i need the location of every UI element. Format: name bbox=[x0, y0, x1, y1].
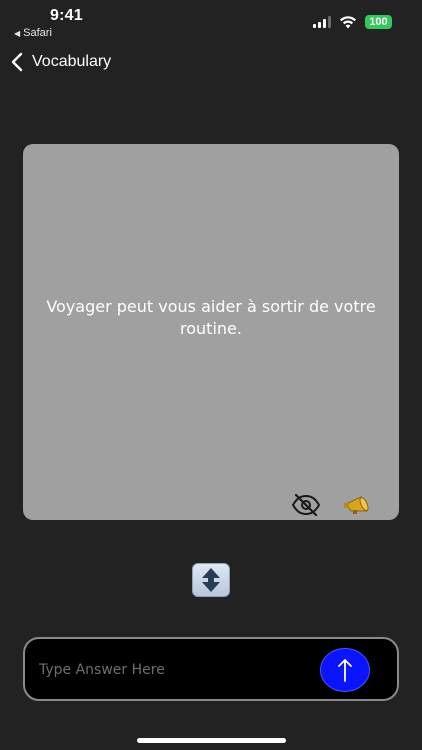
battery-icon: 100 bbox=[365, 15, 392, 29]
flashcard[interactable]: Voyager peut vous aider à sortir de votr… bbox=[23, 144, 399, 520]
back-to-safari-link[interactable]: ◀ Safari bbox=[14, 27, 52, 39]
wifi-icon bbox=[340, 16, 356, 29]
up-down-arrow-icon bbox=[202, 568, 220, 592]
chevron-left-icon bbox=[11, 52, 23, 72]
home-indicator bbox=[137, 738, 286, 743]
back-triangle-icon: ◀ bbox=[14, 29, 21, 38]
answer-input[interactable] bbox=[39, 659, 309, 681]
battery-level: 100 bbox=[369, 16, 388, 28]
status-bar: 9:41 ◀ Safari 100 bbox=[0, 0, 422, 44]
eye-slash-icon[interactable] bbox=[291, 492, 321, 518]
arrow-up-icon bbox=[338, 659, 352, 682]
megaphone-icon[interactable] bbox=[343, 494, 371, 516]
status-icons: 100 bbox=[313, 14, 392, 30]
nav-title: Vocabulary bbox=[32, 53, 112, 70]
answer-bar bbox=[23, 637, 399, 701]
back-app-label: Safari bbox=[23, 27, 52, 39]
send-button[interactable] bbox=[320, 648, 370, 692]
screen: 9:41 ◀ Safari 100 Vocabulary Voyager peut… bbox=[0, 0, 422, 750]
status-time: 9:41 bbox=[50, 7, 83, 24]
flip-card-button[interactable] bbox=[192, 563, 230, 597]
flashcard-text: Voyager peut vous aider à sortir de votr… bbox=[46, 297, 376, 338]
cellular-signal-icon bbox=[313, 16, 331, 28]
nav-back-button[interactable]: Vocabulary bbox=[10, 50, 111, 74]
